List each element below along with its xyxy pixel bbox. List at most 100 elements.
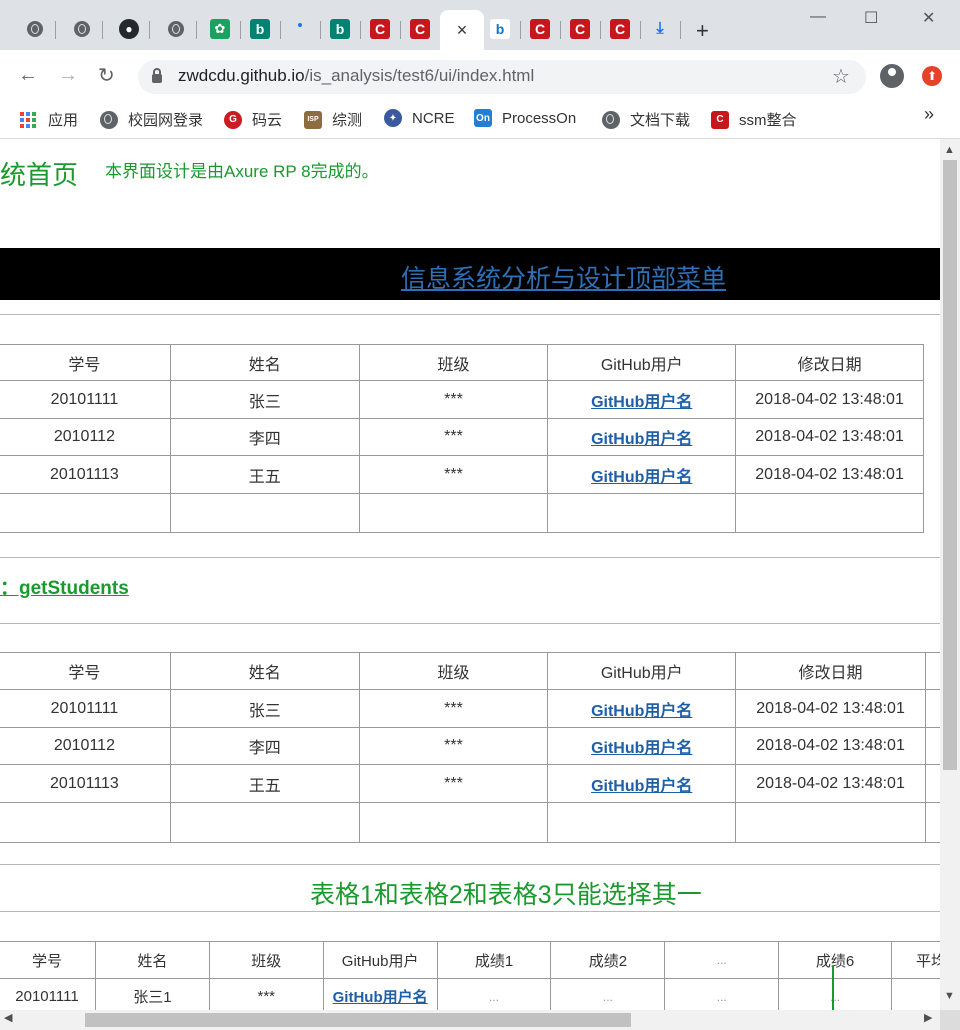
github-link[interactable]: GitHub用户名 <box>591 394 692 411</box>
close-window-button[interactable]: ✕ <box>922 8 935 28</box>
tab[interactable]: ● <box>116 16 150 42</box>
url-text[interactable]: zwdcdu.github.io/is_analysis/test6/ui/in… <box>178 66 534 86</box>
top-menu-link[interactable]: 信息系统分析与设计顶部菜单 <box>401 259 726 295</box>
scroll-down-arrow-icon[interactable]: ▼ <box>944 990 955 1002</box>
lock-icon[interactable] <box>152 68 162 83</box>
column-header: 班级 <box>358 344 549 381</box>
github-link[interactable]: GitHub用户名 <box>591 740 692 757</box>
url-path: /is_analysis/test6/ui/index.html <box>304 66 535 85</box>
tab-strip: ● ✿ b b C C × b C C C ⤓ + — ☐ ✕ <box>0 0 960 50</box>
score-cell: ... <box>436 978 552 1010</box>
student-id: 20101111 <box>0 689 171 728</box>
close-icon[interactable]: × <box>457 20 468 41</box>
bookmark-gitee[interactable]: G 码云 <box>224 109 282 130</box>
maximize-button[interactable]: ☐ <box>864 8 878 28</box>
tab[interactable]: b <box>487 16 521 42</box>
student-table-1: 学号 姓名 班级 GitHub用户 修改日期 20101111 张三 *** G… <box>0 344 924 533</box>
green-app-icon: ✿ <box>210 19 230 39</box>
tab[interactable]: b <box>327 16 361 42</box>
bookmark-campus-login[interactable]: 校园网登录 <box>100 109 203 130</box>
tab-active[interactable]: × <box>440 10 484 50</box>
table-header-row: 学号 姓名 班级 GitHub用户 成绩1 成绩2 ... 成绩6 平均 <box>0 941 940 979</box>
vertical-scroll-thumb[interactable] <box>943 160 957 770</box>
scroll-up-arrow-icon[interactable]: ▲ <box>944 144 955 156</box>
bookmark-ncre[interactable]: ✦ NCRE <box>384 109 455 127</box>
minimize-button[interactable]: — <box>810 8 826 26</box>
github-link[interactable]: GitHub用户名 <box>591 703 692 720</box>
overflow-cell <box>924 652 940 690</box>
student-name: 张三 <box>169 689 360 728</box>
student-class: *** <box>208 978 324 1010</box>
bookmark-doc-download[interactable]: 文档下载 <box>602 109 690 130</box>
bookmark-apps[interactable]: 应用 <box>20 109 78 130</box>
profile-avatar-icon[interactable] <box>880 64 904 88</box>
reload-icon[interactable]: ↻ <box>98 63 115 88</box>
score-cell: ... <box>778 978 893 1010</box>
forward-arrow-icon[interactable]: → <box>58 64 78 87</box>
tab[interactable]: C <box>607 16 641 42</box>
column-header: GitHub用户 <box>547 344 737 381</box>
student-name: 王五 <box>169 764 360 803</box>
tab[interactable] <box>287 16 321 42</box>
bookmark-star-icon[interactable]: ☆ <box>832 64 850 89</box>
tab[interactable]: C <box>367 16 401 42</box>
csdn-icon: C <box>610 19 630 39</box>
bookmark-processon[interactable]: On ProcessOn <box>474 109 576 127</box>
divider <box>0 911 940 912</box>
gitee-icon: G <box>224 110 242 129</box>
github-link[interactable]: GitHub用户名 <box>591 778 692 795</box>
github-link[interactable]: GitHub用户名 <box>591 469 692 486</box>
scroll-left-arrow-icon[interactable]: ◀ <box>4 1011 12 1024</box>
divider <box>0 314 940 315</box>
modified-date: 2018-04-02 13:48:01 <box>735 727 926 765</box>
tab[interactable]: ✿ <box>207 16 241 42</box>
tab[interactable] <box>163 16 197 42</box>
back-arrow-icon[interactable]: ← <box>18 64 38 87</box>
column-header: 班级 <box>358 652 549 690</box>
api-link-getstudents[interactable]: ：getStudents <box>0 573 129 600</box>
bookmark-label: NCRE <box>412 109 455 127</box>
tab[interactable] <box>69 16 103 42</box>
ncre-icon: ✦ <box>384 109 402 127</box>
github-link[interactable]: GitHub用户名 <box>591 431 692 448</box>
column-header: 学号 <box>0 941 96 979</box>
student-table-2: 学号 姓名 班级 GitHub用户 修改日期 20101111 张三 *** G… <box>0 652 940 843</box>
tab[interactable]: C <box>567 16 601 42</box>
bookmark-label: 文档下载 <box>630 112 691 129</box>
github-cell: GitHub用户名 <box>547 455 737 494</box>
empty-cell <box>547 493 737 533</box>
new-tab-button[interactable]: + <box>696 18 709 44</box>
modified-date: 2018-04-02 13:48:01 <box>735 380 924 419</box>
tab[interactable]: b <box>247 16 281 42</box>
table-row-empty <box>0 493 924 533</box>
column-header: 成绩2 <box>550 941 666 979</box>
csdn-icon: C <box>410 19 430 39</box>
divider <box>0 864 940 865</box>
github-link[interactable]: GitHub用户名 <box>333 989 428 1006</box>
empty-cell <box>547 802 737 843</box>
tab[interactable]: C <box>407 16 433 42</box>
overflow-cell <box>924 802 940 843</box>
tab[interactable]: ⤓ <box>647 16 681 42</box>
horizontal-scroll-thumb[interactable] <box>85 1013 631 1027</box>
tab[interactable] <box>22 16 56 42</box>
isp-icon: ISP <box>304 110 322 129</box>
overflow-cell <box>924 727 940 765</box>
student-id: 2010112 <box>0 418 171 456</box>
bookmark-ssm[interactable]: C ssm整合 <box>711 109 797 130</box>
bookmark-label: 综测 <box>332 112 363 129</box>
empty-cell <box>735 802 926 843</box>
bookmark-zongce[interactable]: ISP 综测 <box>304 109 362 130</box>
scroll-right-arrow-icon[interactable]: ▶ <box>924 1011 932 1024</box>
extension-icon[interactable]: ⬆ <box>922 66 942 86</box>
github-cell: GitHub用户名 <box>547 689 737 728</box>
student-name: 李四 <box>169 418 360 456</box>
bookmarks-overflow-button[interactable]: » <box>924 104 934 125</box>
tab[interactable]: C <box>527 16 561 42</box>
score-cell: ... <box>664 978 780 1010</box>
column-header: 成绩6 <box>778 941 893 979</box>
column-header: 学号 <box>0 344 171 381</box>
student-class: *** <box>358 689 549 728</box>
github-cell: GitHub用户名 <box>547 418 737 456</box>
globe-icon <box>27 21 43 37</box>
